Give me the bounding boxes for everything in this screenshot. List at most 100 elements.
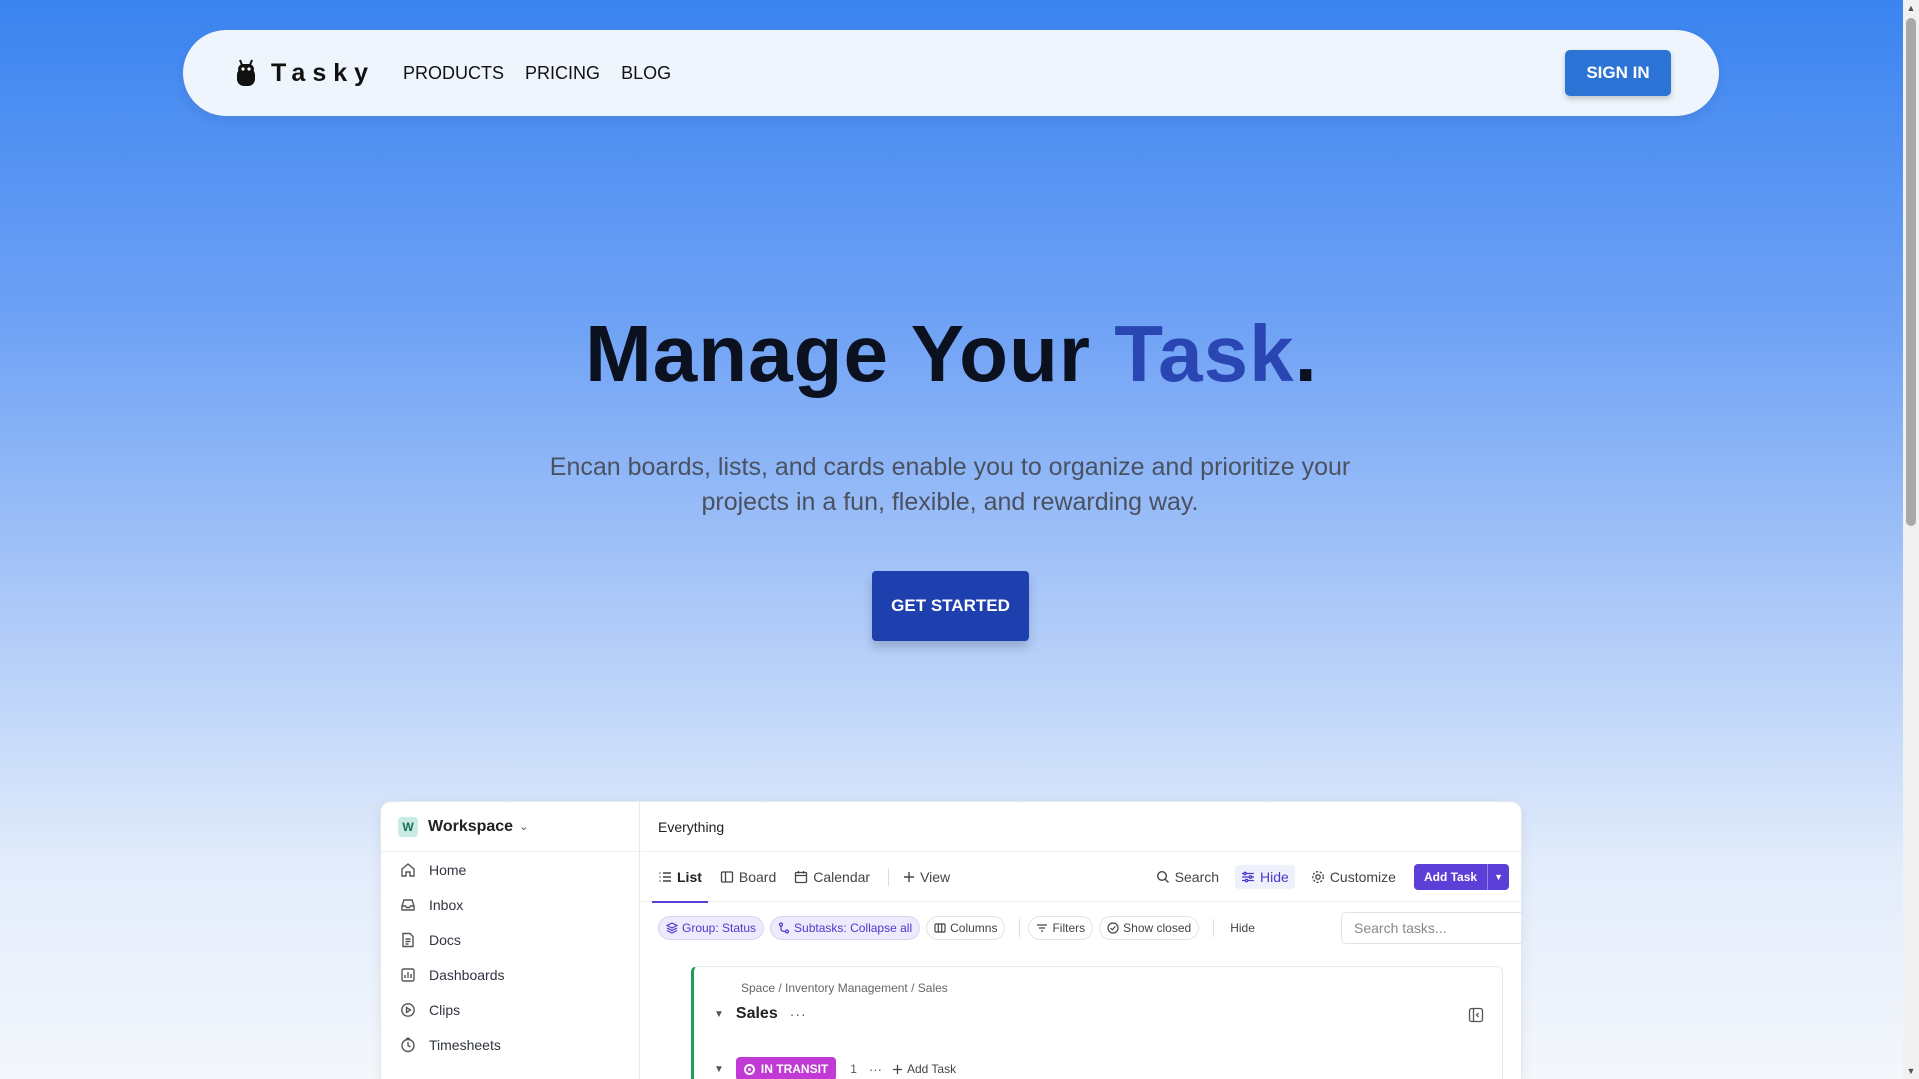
board-icon [720,870,734,883]
tab-board[interactable]: Board [720,852,776,902]
brand-name: Tasky [271,58,376,87]
nav-link-blog[interactable]: BLOG [621,63,671,84]
search-icon [1156,870,1169,883]
divider [1019,919,1021,937]
caret-down-icon[interactable]: ▼ [714,1064,724,1075]
sidebar-item-clips[interactable]: Clips [381,992,639,1027]
divider [1213,919,1215,937]
get-started-button[interactable]: GET STARTED [872,571,1029,641]
customize-label: Customize [1329,869,1396,885]
list-group-sales: Space / Inventory Management / Sales ▼ S… [691,966,1503,1079]
sliders-icon [1242,871,1255,883]
search-label: Search [1174,869,1220,885]
list-icon [659,871,671,882]
hero-subtitle-line2: projects in a fun, flexible, and rewardi… [701,488,1199,516]
tab-board-label: Board [738,868,777,885]
customize-button[interactable]: Customize [1305,865,1402,889]
app-main: Everything List Board Calendar View Sear… [641,802,1521,1079]
add-task-inline-button[interactable]: Add Task [892,1062,956,1076]
tab-list[interactable]: List [652,852,708,903]
status-group-row: ▼ IN TRANSIT 1 ··· Add Task [714,1057,956,1079]
sidebar-item-home[interactable]: Home [381,852,639,887]
check-circle-icon [1107,922,1119,934]
app-sidebar: W Workspace ⌄ Home Inbox Docs Dashboards… [381,802,640,1079]
list-path[interactable]: Space / Inventory Management / Sales [741,981,948,995]
hero-title-main: Manage Your [585,309,1115,398]
hero-subtitle-line1: Encan boards, lists, and cards enable yo… [549,453,1351,481]
group-status-chip[interactable]: Group: Status [658,916,765,940]
dashboard-icon [399,966,417,984]
timesheet-icon [399,1036,417,1054]
chevron-down-icon[interactable]: ▼ [1487,864,1509,890]
home-icon [399,861,417,879]
status-label: IN TRANSIT [760,1062,829,1076]
sidebar-item-dashboards[interactable]: Dashboards [381,957,639,992]
list-name[interactable]: Sales [736,1005,778,1023]
caret-down-icon[interactable]: ▼ [714,1009,724,1020]
hero-title: Manage Your Task. [0,308,1903,400]
nav-links: PRODUCTS PRICING BLOG [403,63,692,84]
plus-icon [892,1064,903,1074]
app-preview: W Workspace ⌄ Home Inbox Docs Dashboards… [381,802,1521,1079]
show-closed-chip[interactable]: Show closed [1099,916,1200,940]
tab-calendar-label: Calendar [813,868,871,885]
nav-link-pricing[interactable]: PRICING [525,63,600,84]
calendar-icon [795,870,808,883]
clips-icon [399,1001,417,1019]
sidebar-item-docs[interactable]: Docs [381,922,639,957]
task-count: 1 [850,1062,857,1076]
panel-toggle-icon[interactable] [1468,1007,1484,1023]
filters-chip[interactable]: Filters [1028,916,1094,940]
filter-bar: Group: Status Subtasks: Collapse all Col… [641,902,1521,954]
subtasks-chip[interactable]: Subtasks: Collapse all [770,916,921,940]
sign-in-button[interactable]: SIGN IN [1565,50,1671,96]
chevron-down-icon: ⌄ [519,821,529,833]
plus-icon [904,871,915,882]
divider [888,867,890,886]
search-button[interactable]: Search [1150,865,1225,889]
inbox-icon [399,896,417,914]
add-task-button[interactable]: Add Task ▼ [1413,864,1509,890]
workspace-switcher[interactable]: W Workspace ⌄ [381,802,639,852]
status-ring-icon [743,1063,755,1075]
tab-calendar[interactable]: Calendar [794,852,870,902]
search-tasks-input[interactable]: Search tasks... [1341,912,1521,944]
add-view-label: View [920,868,951,885]
scroll-up-arrow-icon[interactable]: ▲ [1903,0,1919,16]
columns-chip[interactable]: Columns [926,916,1006,940]
sidebar-item-label: Clips [429,1001,461,1018]
status-badge[interactable]: IN TRANSIT [735,1057,837,1079]
scrollbar-thumb[interactable] [1906,18,1916,526]
top-navbar: Tasky PRODUCTS PRICING BLOG SIGN IN [183,30,1719,116]
show-closed-label: Show closed [1123,921,1192,935]
hero-title-end: . [1294,309,1318,398]
more-icon[interactable]: ··· [790,1006,807,1022]
group-status-label: Group: Status [682,921,757,935]
filters-label: Filters [1052,921,1086,935]
nav-link-products[interactable]: PRODUCTS [403,63,504,84]
view-bar: List Board Calendar View Search Hide Cus… [641,852,1521,903]
page-scrollbar[interactable]: ▲ ▼ [1903,0,1919,1079]
add-task-label: Add Task [1423,870,1478,884]
layers-icon [666,922,678,934]
workspace-badge: W [398,816,418,837]
more-icon[interactable]: ··· [869,1062,882,1077]
sidebar-item-inbox[interactable]: Inbox [381,887,639,922]
hide-button[interactable]: Hide [1235,865,1295,889]
sidebar-item-label: Inbox [429,896,464,913]
brand-logo[interactable]: Tasky [235,59,375,88]
columns-icon [934,923,946,933]
hero-title-accent: Task [1114,309,1295,398]
add-view-button[interactable]: View [903,852,950,902]
sidebar-item-timesheets[interactable]: Timesheets [381,1027,639,1062]
breadcrumb[interactable]: Everything [641,802,1521,852]
scroll-down-arrow-icon[interactable]: ▼ [1903,1063,1919,1079]
robot-logo-icon [237,59,255,86]
hide-label: Hide [1260,869,1289,885]
hide-filter-button[interactable]: Hide [1230,921,1255,935]
hero-subtitle: Encan boards, lists, and cards enable yo… [500,450,1400,520]
gear-icon [1311,871,1324,883]
sidebar-item-label: Timesheets [429,1036,501,1053]
add-task-inline-label: Add Task [906,1062,957,1076]
subtasks-label: Subtasks: Collapse all [794,921,913,935]
